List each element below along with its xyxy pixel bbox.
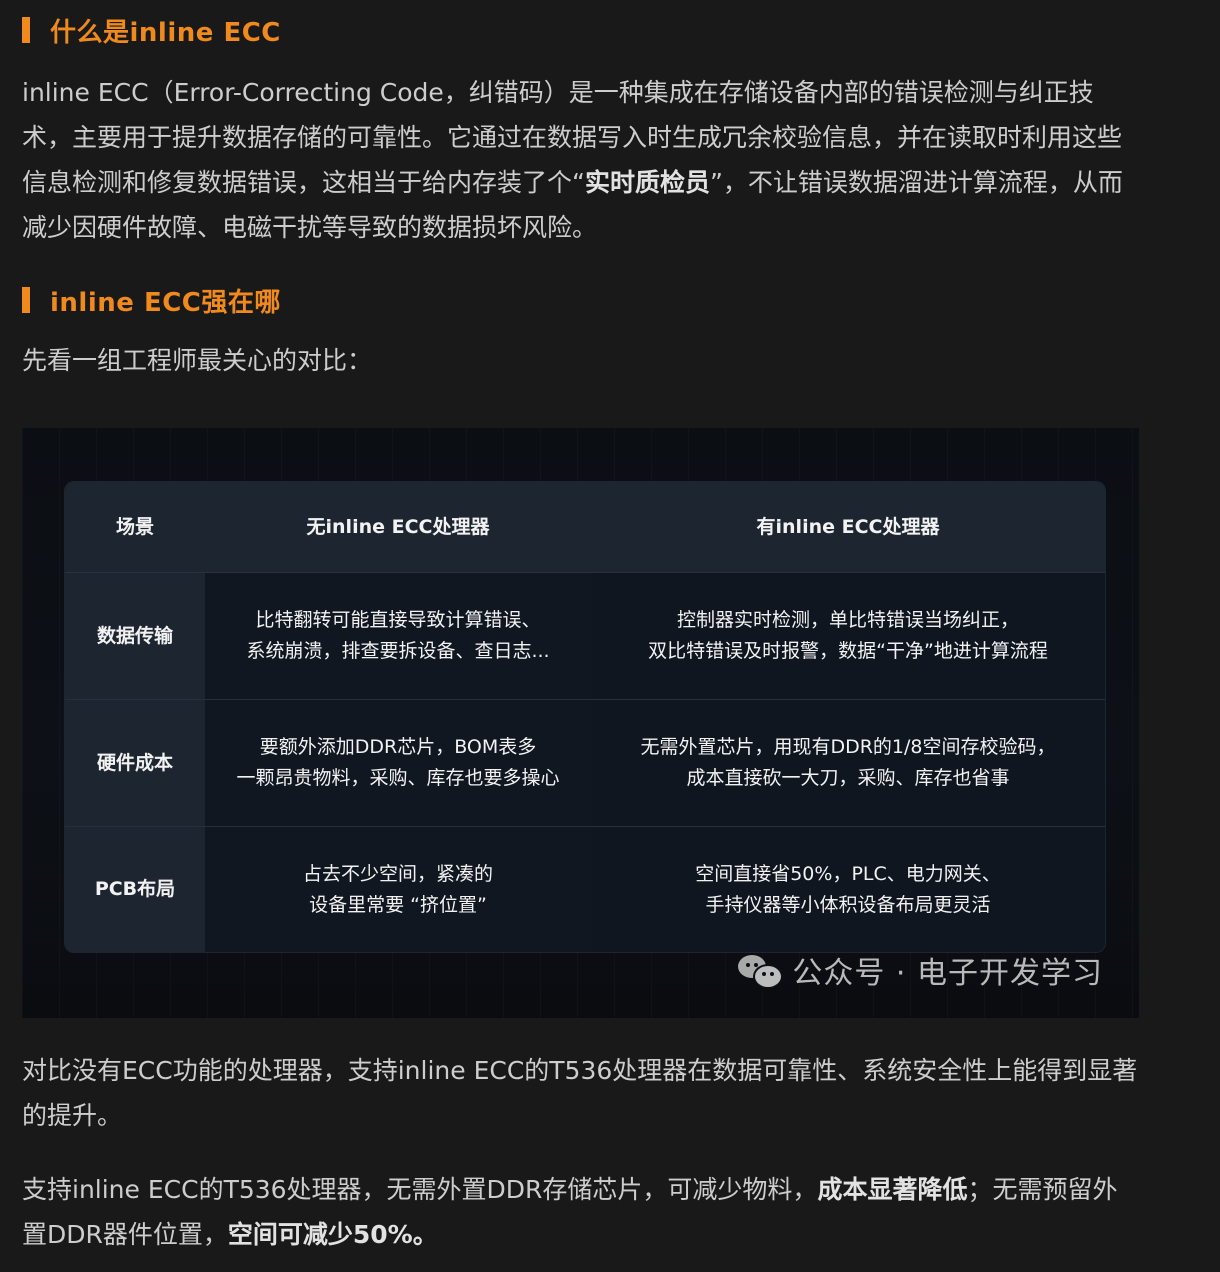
header-scene: 场景 xyxy=(65,482,205,573)
cell-line: 无需外置芯片，用现有DDR的1/8空间存校验码， xyxy=(640,736,1056,759)
cell-without-ecc: 要额外添加DDR芯片，BOM表多 一颗昂贵物料，采购、库存也要多操心 xyxy=(205,699,591,827)
heading-accent-bar xyxy=(22,287,30,313)
cell-line: 空间直接省50%，PLC、电力网关、 xyxy=(695,862,1001,885)
comparison-table: 场景 无inline ECC处理器 有inline ECC处理器 数据传输 比特… xyxy=(65,482,1105,952)
benefit-paragraph: 支持inline ECC的T536处理器，无需外置DDR存储芯片，可减少物料，成… xyxy=(22,1167,1142,1257)
section-heading-strengths: inline ECC强在哪 xyxy=(22,283,281,318)
table-row: PCB布局 占去不少空间，紧凑的 设备里常要 “挤位置” 空间直接省50%，PL… xyxy=(65,826,1105,952)
cell-line: 成本直接砍一大刀，采购、库存也省事 xyxy=(686,767,1010,790)
emphasis-text: 空间可减少50%。 xyxy=(227,1220,438,1249)
header-with-ecc: 有inline ECC处理器 xyxy=(591,482,1105,573)
section-heading-text: inline ECC强在哪 xyxy=(50,287,281,318)
table-header-row: 场景 无inline ECC处理器 有inline ECC处理器 xyxy=(65,482,1105,573)
conclusion-paragraph: 对比没有ECC功能的处理器，支持inline ECC的T536处理器在数据可靠性… xyxy=(22,1056,1138,1130)
watermark: 公众号 · 电子开发学习 xyxy=(738,948,1103,992)
row-scene: 数据传输 xyxy=(65,572,205,700)
comparison-image: 场景 无inline ECC处理器 有inline ECC处理器 数据传输 比特… xyxy=(22,428,1139,1018)
cell-line: 双比特错误及时报警，数据“干净”地进计算流程 xyxy=(648,640,1048,663)
cell-line: 系统崩溃，排查要拆设备、查日志... xyxy=(246,640,550,663)
cell-with-ecc: 空间直接省50%，PLC、电力网关、 手持仪器等小体积设备布局更灵活 xyxy=(591,826,1105,952)
cell-line: 手持仪器等小体积设备布局更灵活 xyxy=(705,893,991,916)
cell-without-ecc: 比特翻转可能直接导致计算错误、 系统崩溃，排查要拆设备、查日志... xyxy=(205,572,591,700)
cell-line: 设备里常要 “挤位置” xyxy=(309,893,487,916)
cell-line: 要额外添加DDR芯片，BOM表多 xyxy=(259,736,537,759)
cell-with-ecc: 无需外置芯片，用现有DDR的1/8空间存校验码， 成本直接砍一大刀，采购、库存也… xyxy=(591,699,1105,827)
watermark-text: 公众号 · 电子开发学习 xyxy=(792,956,1103,991)
section-heading-text: 什么是inline ECC xyxy=(50,17,281,48)
cell-with-ecc: 控制器实时检测，单比特错误当场纠正， 双比特错误及时报警，数据“干净”地进计算流… xyxy=(591,572,1105,700)
cell-line: 控制器实时检测，单比特错误当场纠正， xyxy=(676,609,1019,632)
row-scene: 硬件成本 xyxy=(65,699,205,827)
comparison-intro: 先看一组工程师最关心的对比： xyxy=(22,346,373,375)
header-without-ecc: 无inline ECC处理器 xyxy=(205,482,591,573)
paragraph-text: 支持inline ECC的T536处理器，无需外置DDR存储芯片，可减少物料， xyxy=(22,1175,818,1204)
emphasis-text: 实时质检员 xyxy=(584,168,710,197)
emphasis-text: 成本显著降低 xyxy=(817,1175,968,1204)
cell-line: 一颗昂贵物料，采购、库存也要多操心 xyxy=(236,767,560,790)
cell-without-ecc: 占去不少空间，紧凑的 设备里常要 “挤位置” xyxy=(205,826,591,952)
wechat-icon xyxy=(738,953,784,989)
comparison-table-card: 场景 无inline ECC处理器 有inline ECC处理器 数据传输 比特… xyxy=(64,481,1106,953)
table-row: 数据传输 比特翻转可能直接导致计算错误、 系统崩溃，排查要拆设备、查日志... … xyxy=(65,572,1105,700)
intro-paragraph: inline ECC（Error-Correcting Code，纠错码）是一种… xyxy=(22,70,1142,250)
cell-line: 占去不少空间，紧凑的 xyxy=(302,862,493,885)
section-heading-what-is: 什么是inline ECC xyxy=(22,13,281,48)
cell-line: 比特翻转可能直接导致计算错误、 xyxy=(255,609,541,632)
row-scene: PCB布局 xyxy=(65,826,205,952)
table-row: 硬件成本 要额外添加DDR芯片，BOM表多 一颗昂贵物料，采购、库存也要多操心 … xyxy=(65,699,1105,827)
heading-accent-bar xyxy=(22,17,30,43)
